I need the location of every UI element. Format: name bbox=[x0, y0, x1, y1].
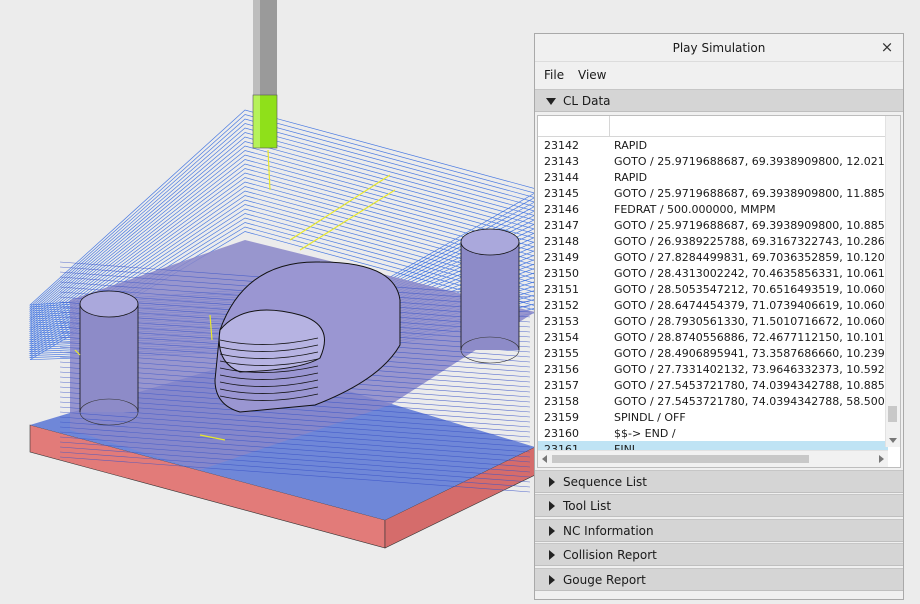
table-row[interactable]: 23142 RAPID bbox=[538, 137, 888, 153]
table-row[interactable]: 23158 GOTO / 27.5453721780, 74.0394342788… bbox=[538, 393, 888, 409]
table-row[interactable]: 23147 GOTO / 25.9719688687, 69.3938909800… bbox=[538, 217, 888, 233]
triangle-right-icon bbox=[549, 550, 555, 560]
table-row[interactable]: 23149 GOTO / 27.8284499831, 69.7036352859… bbox=[538, 249, 888, 265]
section-label: Gouge Report bbox=[563, 573, 646, 587]
row-number: 23148 bbox=[544, 235, 579, 248]
row-number: 23143 bbox=[544, 155, 579, 168]
left-cylinder bbox=[79, 290, 139, 426]
triangle-right-icon bbox=[549, 575, 555, 585]
panel-title: Play Simulation bbox=[672, 41, 766, 55]
row-command: GOTO / 27.8284499831, 69.7036352859, 10.… bbox=[614, 251, 888, 264]
vertical-scrollbar[interactable] bbox=[885, 116, 900, 447]
row-command: GOTO / 28.4313002242, 70.4635856331, 10.… bbox=[614, 267, 888, 280]
column-header-number[interactable] bbox=[538, 116, 610, 136]
section-label: Tool List bbox=[563, 499, 612, 513]
table-row[interactable]: 23146 FEDRAT / 500.000000, MMPM bbox=[538, 201, 888, 217]
scrollbar-thumb[interactable] bbox=[552, 455, 809, 463]
row-number: 23155 bbox=[544, 347, 579, 360]
triangle-right-icon bbox=[549, 501, 555, 511]
section-tool-list[interactable]: Tool List bbox=[535, 494, 903, 517]
row-command: GOTO / 28.5053547212, 70.6516493519, 10.… bbox=[614, 283, 888, 296]
table-row[interactable]: 23160 $$-> END / bbox=[538, 425, 888, 441]
close-icon[interactable]: × bbox=[879, 38, 895, 56]
row-number: 23158 bbox=[544, 395, 579, 408]
play-simulation-panel: Play Simulation × File View CL Data 2314… bbox=[534, 33, 904, 600]
table-row[interactable]: 23151 GOTO / 28.5053547212, 70.6516493519… bbox=[538, 281, 888, 297]
scrollbar-thumb[interactable] bbox=[888, 406, 897, 422]
table-row[interactable]: 23145 GOTO / 25.9719688687, 69.3938909800… bbox=[538, 185, 888, 201]
table-row[interactable]: 23157 GOTO / 27.5453721780, 74.0394342788… bbox=[538, 377, 888, 393]
cl-data-rows: 23142 RAPID 23143 GOTO / 25.9719688687, 69.… bbox=[538, 137, 888, 457]
row-command: FEDRAT / 500.000000, MMPM bbox=[614, 203, 776, 216]
row-number: 23145 bbox=[544, 187, 579, 200]
row-number: 23153 bbox=[544, 315, 579, 328]
row-number: 23142 bbox=[544, 139, 579, 152]
row-command: GOTO / 27.5453721780, 74.0394342788, 10.… bbox=[614, 379, 888, 392]
table-row[interactable]: 23154 GOTO / 28.8740556886, 72.4677112150… bbox=[538, 329, 888, 345]
row-command: GOTO / 25.9719688687, 69.3938909800, 12.… bbox=[614, 155, 888, 168]
section-label: Collision Report bbox=[563, 548, 657, 562]
cl-data-table: 23142 RAPID 23143 GOTO / 25.9719688687, 69.… bbox=[537, 115, 901, 468]
table-row[interactable]: 23143 GOTO / 25.9719688687, 69.3938909800… bbox=[538, 153, 888, 169]
scroll-right-icon[interactable] bbox=[879, 455, 884, 463]
row-command: GOTO / 28.6474454379, 71.0739406619, 10.… bbox=[614, 299, 888, 312]
triangle-right-icon bbox=[549, 477, 555, 487]
row-number: 23150 bbox=[544, 267, 579, 280]
row-number: 23151 bbox=[544, 283, 579, 296]
right-cylinder bbox=[460, 228, 520, 364]
row-number: 23152 bbox=[544, 299, 579, 312]
section-sequence-list[interactable]: Sequence List bbox=[535, 470, 903, 493]
row-command: GOTO / 28.7930561330, 71.5010716672, 10.… bbox=[614, 315, 888, 328]
table-row[interactable]: 23156 GOTO / 27.7331402132, 73.9646332373… bbox=[538, 361, 888, 377]
row-number: 23144 bbox=[544, 171, 579, 184]
table-row[interactable]: 23144 RAPID bbox=[538, 169, 888, 185]
row-command: SPINDL / OFF bbox=[614, 411, 686, 424]
table-row[interactable]: 23148 GOTO / 26.9389225788, 69.3167322743… bbox=[538, 233, 888, 249]
section-gouge-report[interactable]: Gouge Report bbox=[535, 568, 903, 591]
row-command: GOTO / 25.9719688687, 69.3938909800, 10.… bbox=[614, 219, 888, 232]
row-number: 23147 bbox=[544, 219, 579, 232]
row-command: $$-> END / bbox=[614, 427, 676, 440]
menu-file[interactable]: File bbox=[544, 68, 564, 82]
row-command: RAPID bbox=[614, 139, 648, 152]
row-command: GOTO / 28.4906895941, 73.3587686660, 10.… bbox=[614, 347, 888, 360]
row-number: 23156 bbox=[544, 363, 579, 376]
section-label: NC Information bbox=[563, 524, 654, 538]
triangle-right-icon bbox=[549, 526, 555, 536]
row-number: 23159 bbox=[544, 411, 579, 424]
section-label: Sequence List bbox=[563, 475, 647, 489]
table-header bbox=[538, 116, 900, 137]
row-command: GOTO / 26.9389225788, 69.3167322743, 10.… bbox=[614, 235, 888, 248]
section-collision-report[interactable]: Collision Report bbox=[535, 543, 903, 566]
section-label: CL Data bbox=[563, 94, 611, 108]
row-command: GOTO / 28.8740556886, 72.4677112150, 10.… bbox=[614, 331, 888, 344]
table-row[interactable]: 23155 GOTO / 28.4906895941, 73.3587686660… bbox=[538, 345, 888, 361]
cutting-tool bbox=[252, 0, 278, 149]
row-command: GOTO / 27.5453721780, 74.0394342788, 58.… bbox=[614, 395, 888, 408]
row-number: 23149 bbox=[544, 251, 579, 264]
section-nc-information[interactable]: NC Information bbox=[535, 519, 903, 542]
scroll-down-icon[interactable] bbox=[889, 438, 897, 443]
menu-view[interactable]: View bbox=[578, 68, 606, 82]
table-row[interactable]: 23152 GOTO / 28.6474454379, 71.0739406619… bbox=[538, 297, 888, 313]
table-row[interactable]: 23159 SPINDL / OFF bbox=[538, 409, 888, 425]
row-number: 23157 bbox=[544, 379, 579, 392]
triangle-down-icon bbox=[546, 98, 556, 105]
section-cl-data[interactable]: CL Data bbox=[535, 89, 903, 112]
panel-titlebar[interactable]: Play Simulation × bbox=[535, 34, 903, 62]
row-number: 23154 bbox=[544, 331, 579, 344]
row-number: 23160 bbox=[544, 427, 579, 440]
row-command: RAPID bbox=[614, 171, 648, 184]
row-number: 23146 bbox=[544, 203, 579, 216]
menu-bar: File View bbox=[535, 63, 903, 87]
scroll-left-icon[interactable] bbox=[542, 455, 547, 463]
table-row[interactable]: 23150 GOTO / 28.4313002242, 70.4635856331… bbox=[538, 265, 888, 281]
row-command: GOTO / 25.9719688687, 69.3938909800, 11.… bbox=[614, 187, 888, 200]
row-command: GOTO / 27.7331402132, 73.9646332373, 10.… bbox=[614, 363, 888, 376]
horizontal-scrollbar[interactable] bbox=[538, 450, 888, 467]
table-row[interactable]: 23153 GOTO / 28.7930561330, 71.5010716672… bbox=[538, 313, 888, 329]
